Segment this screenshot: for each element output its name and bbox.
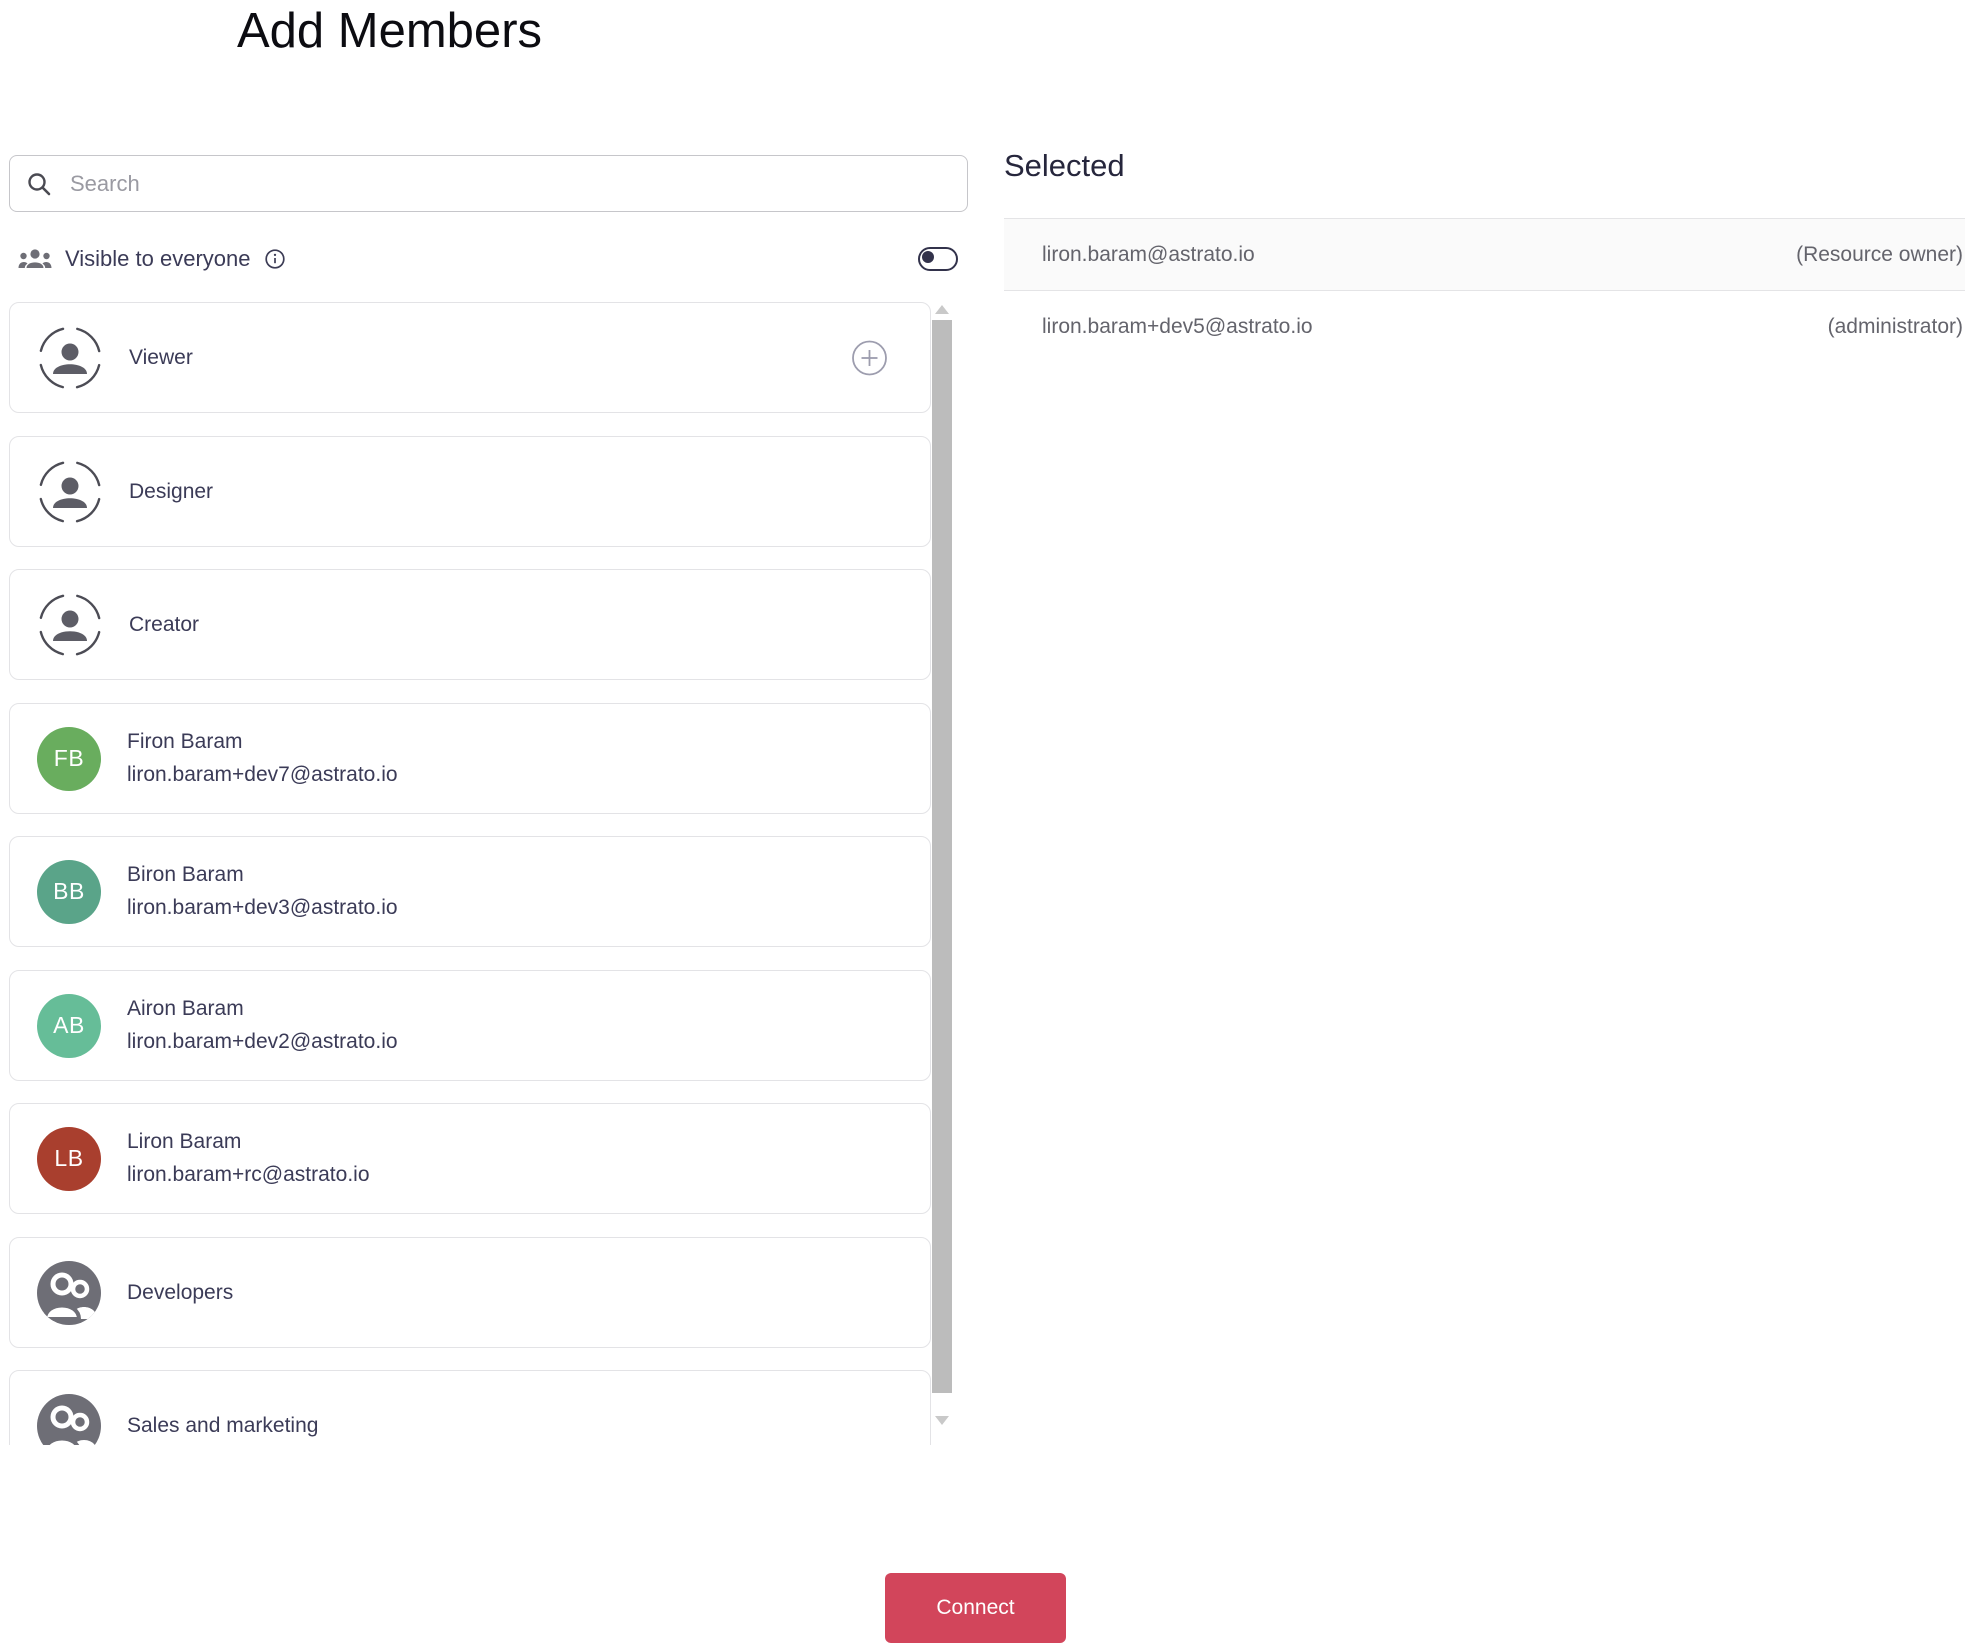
user-email: liron.baram+dev3@astrato.io <box>127 896 398 919</box>
scrollbar-down-arrow-icon[interactable] <box>935 1416 949 1425</box>
avatar-initials: AB <box>53 1012 85 1038</box>
role-label: Viewer <box>129 345 193 369</box>
user-name: Firon Baram <box>127 730 243 753</box>
avatar: FB <box>37 726 101 791</box>
selected-email: liron.baram+dev5@astrato.io <box>1042 314 1313 338</box>
user-name: Liron Baram <box>127 1130 242 1153</box>
search-input[interactable] <box>68 169 951 198</box>
list-item-role-designer[interactable]: Designer <box>9 436 931 547</box>
visibility-label: Visible to everyone <box>65 246 251 271</box>
groups-icon <box>18 247 52 271</box>
search-box <box>9 155 968 212</box>
role-avatar-icon <box>37 459 103 525</box>
user-name: Biron Baram <box>127 863 244 886</box>
list-item-user[interactable]: BB Biron Baram liron.baram+dev3@astrato.… <box>9 836 931 947</box>
members-list: Viewer Designer Creator FB Firon Baram l… <box>9 302 968 1445</box>
toggle-knob <box>922 251 934 263</box>
group-label: Sales and marketing <box>127 1413 319 1437</box>
avatar-initials: FB <box>53 745 85 771</box>
list-item-role-viewer[interactable]: Viewer <box>9 302 931 413</box>
group-avatar-icon <box>37 1393 101 1445</box>
info-icon[interactable] <box>264 248 286 270</box>
scrollbar-up-arrow-icon[interactable] <box>935 305 949 314</box>
plus-icon <box>852 340 887 375</box>
list-item-user[interactable]: LB Liron Baram liron.baram+rc@astrato.io <box>9 1103 931 1214</box>
avatar: BB <box>37 859 101 924</box>
add-role-button[interactable] <box>851 339 888 376</box>
selected-row: liron.baram+dev5@astrato.io (administrat… <box>1004 290 1965 362</box>
list-item-role-creator[interactable]: Creator <box>9 569 931 680</box>
list-item-user[interactable]: FB Firon Baram liron.baram+dev7@astrato.… <box>9 703 931 814</box>
role-avatar-icon <box>37 592 103 658</box>
selected-role: (Resource owner) <box>1796 242 1963 266</box>
avatar: LB <box>37 1126 101 1191</box>
page-title: Add Members <box>237 4 543 58</box>
selected-row: liron.baram@astrato.io (Resource owner) <box>1004 218 1965 290</box>
user-email: liron.baram+rc@astrato.io <box>127 1163 370 1186</box>
user-email: liron.baram+dev7@astrato.io <box>127 763 398 786</box>
visibility-toggle[interactable] <box>918 247 958 271</box>
avatar-initials: BB <box>53 878 85 904</box>
search-icon <box>26 171 52 197</box>
list-scrollbar <box>932 302 953 1445</box>
list-item-group[interactable]: Developers <box>9 1237 931 1348</box>
user-email: liron.baram+dev2@astrato.io <box>127 1030 398 1053</box>
selected-heading: Selected <box>1004 148 1125 183</box>
user-name: Airon Baram <box>127 997 244 1020</box>
avatar-initials: LB <box>54 1145 84 1171</box>
role-avatar-icon <box>37 325 103 391</box>
scrollbar-thumb[interactable] <box>932 320 952 1393</box>
role-label: Designer <box>129 479 214 503</box>
group-label: Developers <box>127 1280 234 1304</box>
avatar: AB <box>37 993 101 1058</box>
selected-role: (administrator) <box>1827 314 1963 338</box>
selected-list: liron.baram@astrato.io (Resource owner) … <box>1004 218 1965 362</box>
list-item-group[interactable]: Sales and marketing <box>9 1370 931 1445</box>
add-members-dialog: Add Members Visible to everyone <box>0 0 1973 1651</box>
selected-email: liron.baram@astrato.io <box>1042 242 1255 266</box>
list-item-user[interactable]: AB Airon Baram liron.baram+dev2@astrato.… <box>9 970 931 1081</box>
role-label: Creator <box>129 612 200 636</box>
group-avatar-icon <box>37 1260 101 1325</box>
connect-button[interactable]: Connect <box>885 1573 1066 1643</box>
visibility-row: Visible to everyone <box>9 240 958 278</box>
